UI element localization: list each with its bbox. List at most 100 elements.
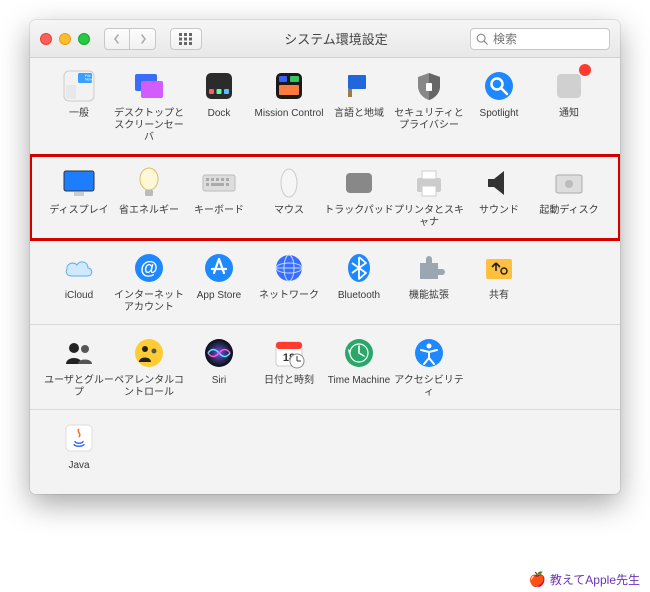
app-store-icon <box>201 250 237 286</box>
pane-extensions[interactable]: 機能拡張 <box>394 250 464 314</box>
pane-label: Java <box>44 460 114 484</box>
pane-parental-controls[interactable]: ペアレンタルコントロール <box>114 335 184 399</box>
spotlight-icon <box>481 68 517 104</box>
pane-label: キーボード <box>184 205 254 229</box>
pane-desktop-screensaver[interactable]: デスクトップとスクリーンセーバ <box>114 68 184 144</box>
back-button[interactable] <box>104 28 130 50</box>
pane-general[interactable]: FileNew 一般 <box>44 68 114 144</box>
pane-accessibility[interactable]: アクセシビリティ <box>394 335 464 399</box>
pane-date-time[interactable]: 18 日付と時刻 <box>254 335 324 399</box>
pane-siri[interactable]: Siri <box>184 335 254 399</box>
pane-mission-control[interactable]: Mission Control <box>254 68 324 144</box>
pane-printers-scanners[interactable]: プリンタとスキャナ <box>394 165 464 229</box>
sound-icon <box>481 165 517 201</box>
close-button[interactable] <box>40 33 52 45</box>
pane-label: 日付と時刻 <box>254 375 324 399</box>
minimize-button[interactable] <box>59 33 71 45</box>
startup-disk-icon <box>551 165 587 201</box>
pane-displays[interactable]: ディスプレイ <box>44 165 114 229</box>
pane-label: 通知 <box>534 108 604 132</box>
users-groups-icon <box>61 335 97 371</box>
pane-label: サウンド <box>464 205 534 229</box>
pane-label: 言語と地域 <box>324 108 394 132</box>
show-all-button[interactable] <box>170 28 202 50</box>
notification-badge <box>579 64 591 76</box>
pane-label: マウス <box>254 205 324 229</box>
preference-panes: FileNew 一般 デスクトップとスクリーンセーバ Dock <box>30 58 620 494</box>
forward-button[interactable] <box>130 28 156 50</box>
trackpad-icon <box>341 165 377 201</box>
search-field-wrapper <box>470 28 610 50</box>
pane-energy-saver[interactable]: 省エネルギー <box>114 165 184 229</box>
pane-label: Mission Control <box>254 108 324 132</box>
pane-label: ユーザとグループ <box>44 375 114 399</box>
extensions-icon <box>411 250 447 286</box>
nav-buttons <box>104 28 156 50</box>
svg-text:New: New <box>85 78 92 82</box>
svg-text:@: @ <box>140 258 158 278</box>
pane-spotlight[interactable]: Spotlight <box>464 68 534 144</box>
pane-row: iCloud @ インターネットアカウント App Store ネットワーク <box>30 240 620 325</box>
grid-icon <box>179 33 193 45</box>
pane-startup-disk[interactable]: 起動ディスク <box>534 165 604 229</box>
pane-label: インターネットアカウント <box>114 290 184 314</box>
titlebar: システム環境設定 <box>30 20 620 58</box>
watermark: 🍎 教えてApple先生 <box>528 571 640 588</box>
pane-time-machine[interactable]: Time Machine <box>324 335 394 399</box>
date-time-icon: 18 <box>271 335 307 371</box>
pane-sound[interactable]: サウンド <box>464 165 534 229</box>
sharing-icon <box>481 250 517 286</box>
pane-mouse[interactable]: マウス <box>254 165 324 229</box>
pane-label: App Store <box>184 290 254 314</box>
pane-label: Dock <box>184 108 254 132</box>
pane-icloud[interactable]: iCloud <box>44 250 114 314</box>
pane-label: 機能拡張 <box>394 290 464 314</box>
pane-label: トラックパッド <box>324 205 394 229</box>
pane-notifications[interactable]: 通知 <box>534 68 604 144</box>
notifications-icon <box>551 68 587 104</box>
zoom-button[interactable] <box>78 33 90 45</box>
pane-label: 起動ディスク <box>534 205 604 229</box>
security-privacy-icon <box>411 68 447 104</box>
pane-row: Java <box>30 410 620 494</box>
pane-internet-accounts[interactable]: @ インターネットアカウント <box>114 250 184 314</box>
pane-label: Bluetooth <box>324 290 394 314</box>
pane-security-privacy[interactable]: セキュリティとプライバシー <box>394 68 464 144</box>
siri-icon <box>201 335 237 371</box>
bluetooth-icon <box>341 250 377 286</box>
internet-accounts-icon: @ <box>131 250 167 286</box>
pane-dock[interactable]: Dock <box>184 68 254 144</box>
pane-label: 省エネルギー <box>114 205 184 229</box>
chevron-left-icon <box>112 34 122 44</box>
pane-label: Spotlight <box>464 108 534 132</box>
pane-label: iCloud <box>44 290 114 314</box>
apple-icon: 🍎 <box>528 571 545 588</box>
pane-label: 共有 <box>464 290 534 314</box>
pane-label: セキュリティとプライバシー <box>394 108 464 132</box>
pane-row: FileNew 一般 デスクトップとスクリーンセーバ Dock <box>30 58 620 155</box>
pane-app-store[interactable]: App Store <box>184 250 254 314</box>
energy-saver-icon <box>131 165 167 201</box>
mission-control-icon <box>271 68 307 104</box>
pane-bluetooth[interactable]: Bluetooth <box>324 250 394 314</box>
search-icon <box>475 32 489 46</box>
dock-icon <box>201 68 237 104</box>
language-region-icon <box>341 68 377 104</box>
pane-trackpad[interactable]: トラックパッド <box>324 165 394 229</box>
icloud-icon <box>61 250 97 286</box>
pane-users-groups[interactable]: ユーザとグループ <box>44 335 114 399</box>
watermark-text: 教えてApple先生 <box>550 571 640 588</box>
pane-label: ディスプレイ <box>44 205 114 229</box>
printers-scanners-icon <box>411 165 447 201</box>
pane-network[interactable]: ネットワーク <box>254 250 324 314</box>
search-input[interactable] <box>470 28 610 50</box>
chevron-right-icon <box>138 34 148 44</box>
desktop-screensaver-icon <box>131 68 167 104</box>
pane-keyboard[interactable]: キーボード <box>184 165 254 229</box>
pane-language-region[interactable]: 言語と地域 <box>324 68 394 144</box>
displays-icon <box>61 165 97 201</box>
java-icon <box>61 420 97 456</box>
pane-sharing[interactable]: 共有 <box>464 250 534 314</box>
pane-label: Time Machine <box>324 375 394 399</box>
pane-java[interactable]: Java <box>44 420 114 484</box>
